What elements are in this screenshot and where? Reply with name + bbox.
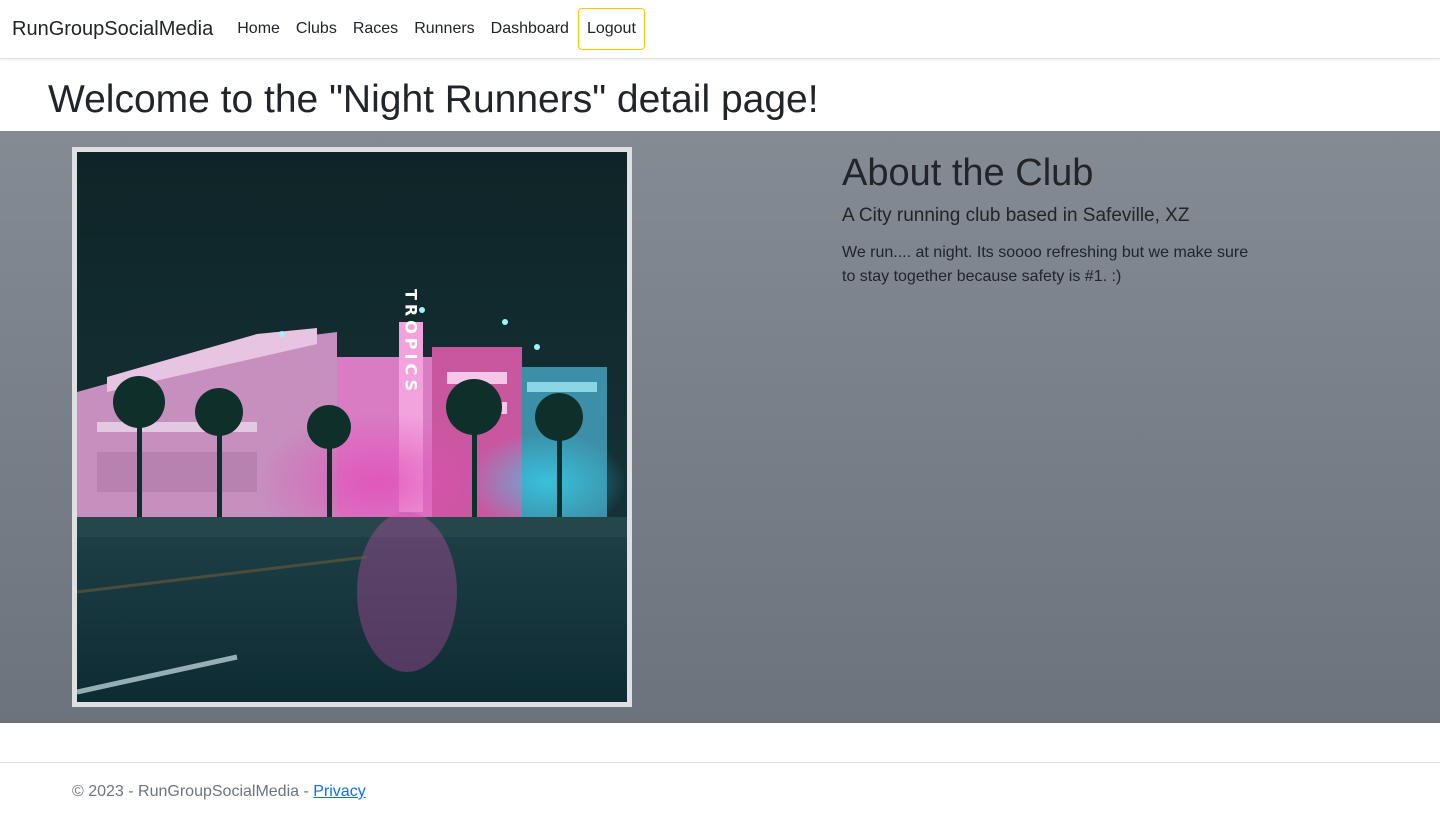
- road: [77, 537, 627, 702]
- footer-copyright: © 2023 - RunGroupSocialMedia -: [72, 783, 314, 800]
- nav-runners[interactable]: Runners: [406, 20, 482, 38]
- nav-home[interactable]: Home: [229, 20, 288, 38]
- page-title: Welcome to the "Night Runners" detail pa…: [48, 78, 819, 121]
- about-panel: About the Club A City running club based…: [842, 151, 1272, 289]
- brand-link[interactable]: RunGroupSocialMedia: [12, 18, 213, 41]
- nav-clubs[interactable]: Clubs: [288, 20, 345, 38]
- sign-lettering: TROPICS: [402, 289, 421, 395]
- club-image: TROPICS: [72, 147, 632, 707]
- about-description: We run.... at night. Its soooo refreshin…: [842, 244, 1249, 285]
- club-photo-night-street: TROPICS: [77, 152, 627, 702]
- club-detail-section: TROPICS About the Club A City running cl…: [0, 131, 1440, 723]
- footer: © 2023 - RunGroupSocialMedia - Privacy: [0, 762, 1440, 815]
- navbar: RunGroupSocialMedia Home Clubs Races Run…: [0, 0, 1440, 59]
- nav-dashboard[interactable]: Dashboard: [483, 20, 577, 38]
- sidewalk: [77, 517, 627, 537]
- nav-races[interactable]: Races: [345, 20, 406, 38]
- about-lead: A City running club based in Safeville, …: [842, 205, 1190, 226]
- logout-button[interactable]: Logout: [577, 8, 645, 50]
- about-heading: About the Club: [842, 152, 1094, 194]
- privacy-link[interactable]: Privacy: [313, 783, 365, 800]
